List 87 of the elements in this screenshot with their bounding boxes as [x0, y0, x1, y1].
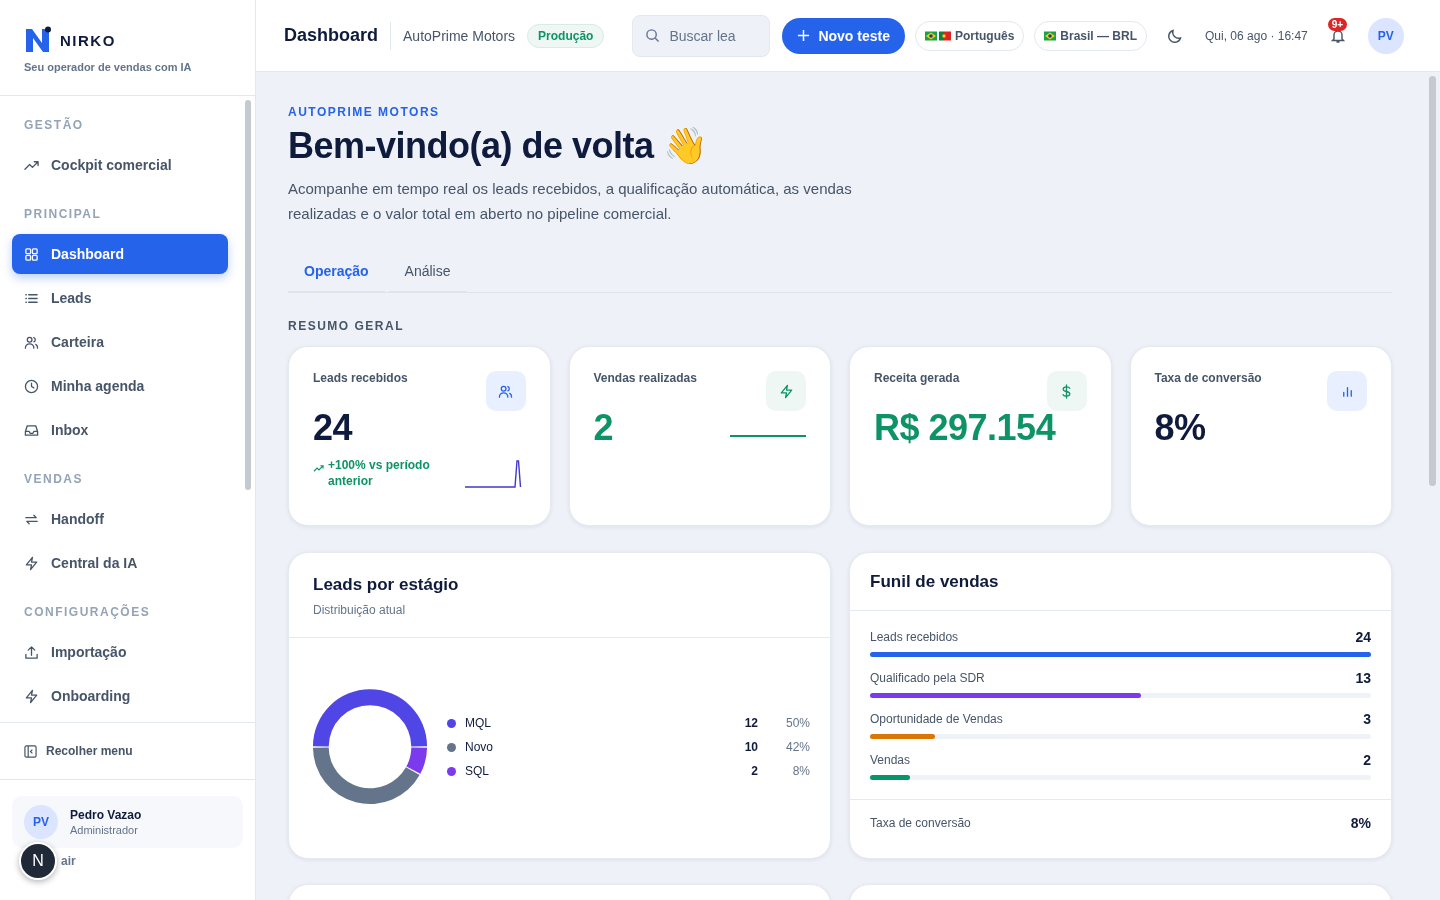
legend-label: SQL [465, 764, 490, 778]
brand-name: NIRKO [60, 31, 116, 49]
scrollbar[interactable] [245, 100, 251, 490]
stat-label: Leads recebidos [313, 371, 408, 385]
welcome-title: Bem-vindo(a) de volta 👋 [288, 125, 709, 167]
nav-item[interactable]: Cockpit comercial [12, 145, 228, 185]
welcome-description: Acompanhe em tempo real os leads recebidos, a qualificação automática, as vendas realizadas e o valor total em aberto no pipeline comercial. [288, 179, 853, 224]
trend-text: +100% vs período anterior [328, 457, 431, 489]
clock-icon [24, 378, 39, 394]
collapse-icon [24, 744, 37, 758]
bolt-icon [778, 383, 794, 399]
funnel-value: 3 [1363, 711, 1371, 727]
funnel-label: Qualificado pela SDR [870, 671, 985, 685]
stat-value: 24 [313, 407, 353, 449]
trend-up-icon [313, 463, 324, 474]
stat-value: R$ 297.154 [874, 407, 1056, 449]
user-name: Pedro Vazao [70, 808, 142, 822]
nav-section-title: PRINCIPAL [23, 206, 103, 221]
new-test-button[interactable]: Novo teste [782, 17, 905, 54]
legend-percent: 42% [784, 740, 810, 754]
conversion-value: 8% [1350, 815, 1371, 831]
upload-icon [24, 644, 39, 660]
user-card[interactable]: PV Pedro Vazao Administrador [12, 796, 243, 848]
plus-icon [797, 29, 811, 42]
funnel-value: 24 [1355, 629, 1371, 645]
nav-item[interactable]: Minha agenda [12, 366, 228, 406]
legend-count: 10 [743, 740, 758, 754]
user-avatar: PV [24, 805, 58, 839]
funnel-label: Oportunidade de Vendas [870, 712, 1003, 726]
users-icon [24, 334, 39, 350]
flag-icon [1044, 30, 1057, 41]
section-title: RESUMO GERAL [288, 319, 405, 333]
search-field[interactable]: Buscar lea [632, 14, 771, 57]
card-title: Leads por estágio [313, 575, 460, 595]
grid-icon [24, 246, 39, 262]
collapse-menu-button[interactable]: Recolher menu [24, 744, 133, 758]
environment-badge: Produção [527, 23, 605, 48]
company-name: AutoPrime Motors [403, 27, 516, 44]
company-eyebrow: AUTOPRIME MOTORS [288, 105, 441, 119]
user-avatar[interactable]: PV [1367, 17, 1404, 54]
nav-section-title: CONFIGURAÇÕES [23, 603, 152, 619]
conversion-label: Taxa de conversão [870, 816, 971, 830]
nav-section-title: VENDAS [23, 471, 84, 486]
chat-bubble-button[interactable]: N [19, 842, 57, 880]
bolt-icon [24, 555, 39, 571]
stat-value: 2 [593, 407, 614, 449]
card-subtitle: Distribuição atual [313, 603, 407, 617]
logout-link[interactable]: air [61, 854, 76, 868]
search-icon [645, 27, 661, 43]
nav-item[interactable]: Inbox [12, 410, 228, 450]
logo-icon [24, 26, 52, 54]
stat-label: Receita gerada [874, 371, 960, 385]
nav-item[interactable]: Carteira [12, 322, 228, 362]
funnel-value: 13 [1355, 670, 1371, 686]
funnel-value: 2 [1363, 752, 1371, 768]
stat-value: 8% [1154, 407, 1206, 449]
page-title: Dashboard [284, 25, 379, 46]
legend-percent: 8% [791, 764, 810, 778]
users-icon [498, 383, 513, 399]
date-time: Qui, 06 ago · 16:47 [1205, 28, 1308, 43]
user-role: Administrador [70, 824, 139, 836]
legend-label: Novo [465, 740, 494, 754]
notification-badge: 9+ [1327, 17, 1348, 31]
tab[interactable]: Análise [388, 251, 467, 293]
legend-label: MQL [465, 716, 492, 730]
legend-count: 12 [743, 716, 758, 730]
nav-item[interactable]: Importação [12, 632, 228, 672]
legend-percent: 50% [784, 716, 810, 730]
flags-icon [925, 30, 951, 41]
stat-label: Taxa de conversão [1154, 371, 1262, 385]
moon-icon[interactable] [1167, 27, 1184, 44]
funnel-label: Leads recebidos [870, 630, 959, 644]
nav-item[interactable]: Leads [12, 278, 228, 318]
nav-item[interactable]: Dashboard [12, 234, 228, 274]
nav-item[interactable]: Handoff [12, 499, 228, 539]
tab[interactable]: Operação [288, 251, 385, 293]
funnel-label: Vendas [870, 753, 911, 767]
legend-count: 2 [750, 764, 758, 778]
scrollbar[interactable] [1429, 76, 1436, 486]
card-title: Funil de vendas [870, 572, 1000, 592]
inbox-icon [24, 422, 39, 438]
nav-section-title: GESTÃO [23, 116, 85, 132]
bolt-icon [24, 688, 39, 704]
brand-tagline: Seu operador de vendas com IA [24, 61, 193, 73]
nav-item[interactable]: Central da IA [12, 543, 228, 583]
stat-label: Vendas realizadas [593, 371, 697, 385]
nav-item[interactable]: Onboarding [12, 676, 228, 716]
